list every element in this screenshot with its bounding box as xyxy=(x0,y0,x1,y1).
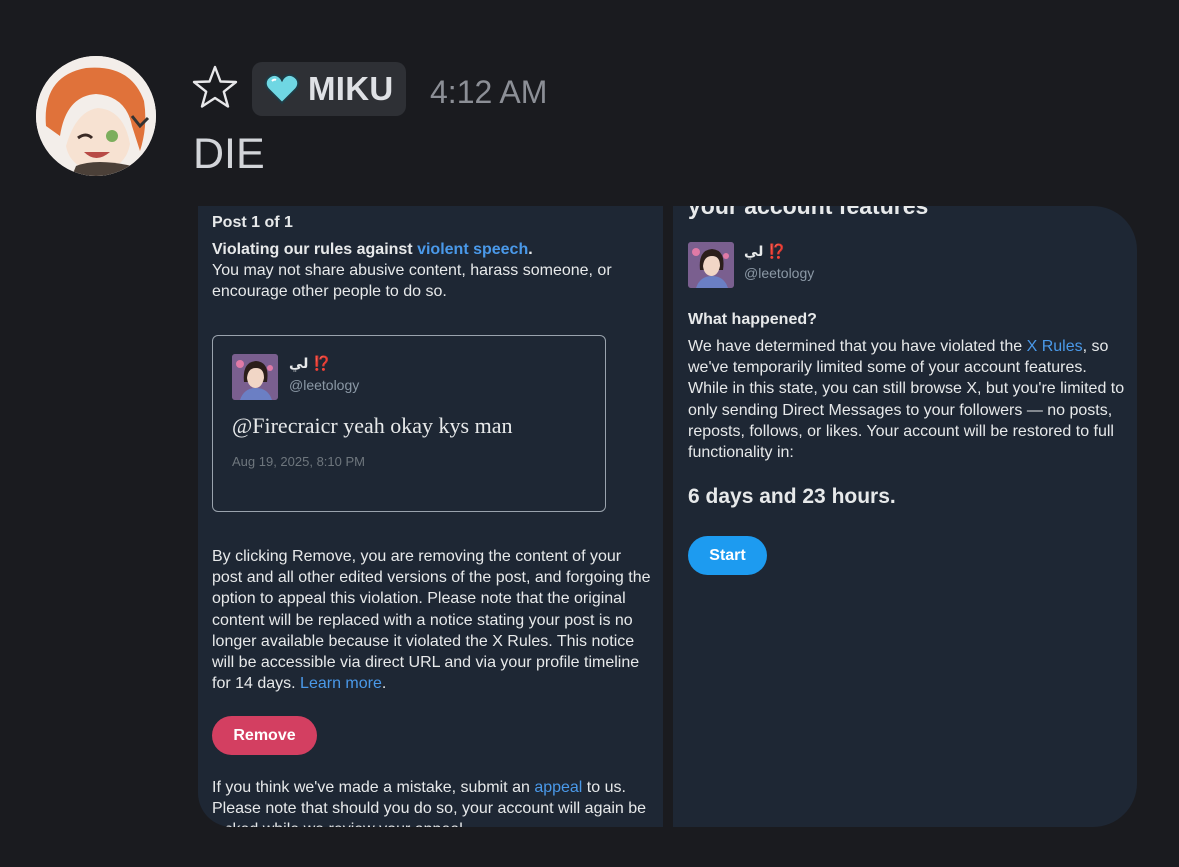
attachment-image-left[interactable]: Post 1 of 1 Violating our rules against … xyxy=(198,206,663,827)
appeal-prefix: If you think we've made a mistake, submi… xyxy=(212,779,535,796)
role-tag[interactable]: MIKU xyxy=(252,62,406,116)
what-happened-heading: What happened? xyxy=(688,311,817,328)
message-text: DIE xyxy=(193,130,265,178)
user-avatar[interactable] xyxy=(36,56,156,176)
tweet-date: Aug 19, 2025, 8:10 PM xyxy=(232,454,365,469)
role-name: MIKU xyxy=(308,70,394,107)
violation-suffix: . xyxy=(528,241,533,258)
account-name: لي ⁉️ xyxy=(744,244,786,260)
tweet-card: لي ⁉️ @leetology @Firecraicr yeah okay k… xyxy=(212,335,606,512)
explanation-suffix: , so we've temporarily limited some of y… xyxy=(688,338,1125,462)
account-handle: @leetology xyxy=(744,265,815,281)
remove-button[interactable]: Remove xyxy=(212,716,317,755)
learn-more-link[interactable]: Learn more xyxy=(300,675,382,692)
tweet-author-name: لي ⁉️ xyxy=(289,356,331,372)
account-avatar xyxy=(688,242,734,288)
x-rules-link[interactable]: X Rules xyxy=(1027,338,1083,355)
appeal-info: If you think we've made a mistake, submi… xyxy=(212,777,652,827)
explanation-prefix: We have determined that you have violate… xyxy=(688,338,1027,355)
violation-summary: Violating our rules against violent spee… xyxy=(212,239,652,302)
violent-speech-link[interactable]: violent speech xyxy=(417,241,528,258)
appeal-link[interactable]: appeal xyxy=(534,779,582,796)
restriction-explanation: We have determined that you have violate… xyxy=(688,336,1128,463)
remove-info-suffix: . xyxy=(381,675,387,693)
message-timestamp: 4:12 AM xyxy=(430,74,548,110)
remove-info: By clicking Remove, you are removing the… xyxy=(212,546,652,694)
cut-off-heading: your account features xyxy=(688,206,929,219)
restriction-duration: 6 days and 23 hours. xyxy=(688,485,896,508)
attachment-image-right[interactable]: your account features لي ⁉️ @leetology W… xyxy=(673,206,1137,827)
remove-info-text: By clicking Remove, you are removing the… xyxy=(212,548,651,693)
tweet-avatar xyxy=(232,354,278,400)
star-icon xyxy=(192,65,238,108)
violation-description: You may not share abusive content, haras… xyxy=(212,262,612,300)
post-count: Post 1 of 1 xyxy=(212,214,293,231)
heart-icon xyxy=(264,73,300,105)
tweet-text: @Firecraicr yeah okay kys man xyxy=(232,413,513,438)
tweet-author-handle: @leetology xyxy=(289,377,360,393)
violation-prefix: Violating our rules against xyxy=(212,241,418,258)
start-button[interactable]: Start xyxy=(688,536,767,575)
